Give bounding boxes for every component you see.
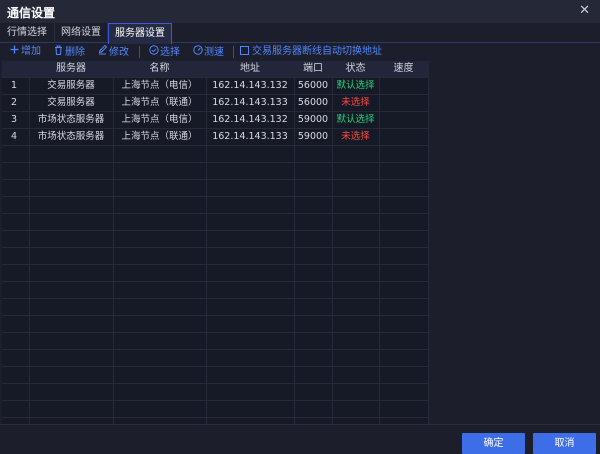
gauge-icon bbox=[192, 45, 203, 60]
window-title: 通信设置 bbox=[7, 6, 56, 20]
row-index: 4 bbox=[11, 131, 18, 142]
row-index: 1 bbox=[11, 80, 18, 91]
table-row[interactable]: 3 市场状态服务器 上海节点（电信） 162.14.143.132 59000 … bbox=[2, 111, 429, 128]
row-index: 2 bbox=[11, 97, 18, 108]
auto-switch-checkbox[interactable]: 交易服务器断线自动切换地址 bbox=[240, 45, 382, 59]
table-header: 服务器 名称 地址 端口 状态 速度 bbox=[2, 61, 429, 77]
speed-test-button-label: 测速 bbox=[204, 47, 224, 58]
check-circle-icon bbox=[148, 45, 159, 60]
table-row[interactable]: 1 交易服务器 上海节点（电信） 162.14.143.132 56000 默认… bbox=[2, 77, 429, 94]
row-name: 上海节点（联通） bbox=[121, 97, 198, 108]
tab-network-settings[interactable]: 网络设置 bbox=[55, 23, 108, 43]
checkbox-box[interactable] bbox=[240, 46, 249, 55]
header-server[interactable]: 服务器 bbox=[29, 61, 113, 77]
row-server: 交易服务器 bbox=[47, 97, 95, 108]
header-port[interactable]: 端口 bbox=[294, 61, 332, 77]
select-button-label: 选择 bbox=[160, 47, 180, 58]
row-port: 59000 bbox=[297, 114, 329, 125]
title-bar: 通信设置 ✕ bbox=[0, 0, 600, 23]
tab-server-settings[interactable]: 服务器设置 bbox=[108, 23, 172, 44]
trash-icon bbox=[53, 45, 64, 60]
server-table: 服务器 名称 地址 端口 状态 速度 1 交易服务器 上海节点（电信） 162.… bbox=[2, 61, 429, 424]
row-server: 市场状态服务器 bbox=[37, 114, 105, 125]
header-address[interactable]: 地址 bbox=[206, 61, 294, 77]
delete-button[interactable]: 删除 bbox=[53, 45, 85, 59]
row-status: 未选择 bbox=[341, 131, 370, 142]
cancel-button[interactable]: 取消 bbox=[533, 433, 596, 454]
row-speed bbox=[379, 77, 428, 94]
delete-button-label: 删除 bbox=[65, 47, 85, 58]
add-button[interactable]: 增加 bbox=[9, 45, 41, 59]
header-speed[interactable]: 速度 bbox=[379, 61, 428, 77]
row-status: 未选择 bbox=[341, 97, 370, 108]
row-speed bbox=[379, 111, 428, 128]
row-address: 162.14.143.132 bbox=[212, 114, 288, 125]
row-name: 上海节点（电信） bbox=[121, 80, 198, 91]
row-name: 上海节点（联通） bbox=[121, 131, 198, 142]
auto-switch-label: 交易服务器断线自动切换地址 bbox=[252, 46, 382, 57]
close-icon[interactable]: ✕ bbox=[579, 3, 590, 18]
toolbar-divider bbox=[233, 46, 234, 58]
row-speed bbox=[379, 128, 428, 145]
tab-market-select[interactable]: 行情选择 bbox=[0, 23, 55, 43]
plus-icon bbox=[9, 45, 20, 59]
row-port: 56000 bbox=[297, 97, 329, 108]
row-address: 162.14.143.133 bbox=[212, 97, 288, 108]
edit-button-label: 修改 bbox=[109, 47, 129, 58]
table-row[interactable]: 4 市场状态服务器 上海节点（联通） 162.14.143.133 59000 … bbox=[2, 128, 429, 145]
toolbar: 增加 删除 修改 选择 测速 交易服务器断线自动切换地址 bbox=[0, 43, 600, 61]
select-button[interactable]: 选择 bbox=[148, 45, 180, 59]
row-address: 162.14.143.132 bbox=[212, 80, 288, 91]
row-address: 162.14.143.133 bbox=[212, 131, 288, 142]
row-status: 默认选择 bbox=[336, 80, 375, 91]
row-port: 56000 bbox=[297, 80, 329, 91]
row-speed bbox=[379, 94, 428, 111]
ok-button[interactable]: 确定 bbox=[462, 433, 525, 454]
edit-button[interactable]: 修改 bbox=[97, 44, 129, 60]
header-status[interactable]: 状态 bbox=[332, 61, 379, 77]
empty-panel bbox=[429, 61, 600, 424]
row-index: 3 bbox=[11, 114, 18, 125]
speed-test-button[interactable]: 测速 bbox=[192, 45, 224, 59]
toolbar-divider bbox=[139, 46, 140, 58]
row-port: 59000 bbox=[297, 131, 329, 142]
header-index bbox=[2, 61, 29, 77]
header-name[interactable]: 名称 bbox=[113, 61, 206, 77]
dialog-footer: 确定 取消 bbox=[0, 424, 600, 454]
row-name: 上海节点（电信） bbox=[121, 114, 198, 125]
edit-icon bbox=[97, 44, 108, 60]
row-status: 默认选择 bbox=[336, 114, 375, 125]
row-server: 市场状态服务器 bbox=[37, 131, 105, 142]
tab-bar: 行情选择 网络设置 服务器设置 bbox=[0, 23, 600, 44]
table-row[interactable]: 2 交易服务器 上海节点（联通） 162.14.143.133 56000 未选… bbox=[2, 94, 429, 111]
add-button-label: 增加 bbox=[21, 46, 41, 57]
row-server: 交易服务器 bbox=[47, 80, 95, 91]
